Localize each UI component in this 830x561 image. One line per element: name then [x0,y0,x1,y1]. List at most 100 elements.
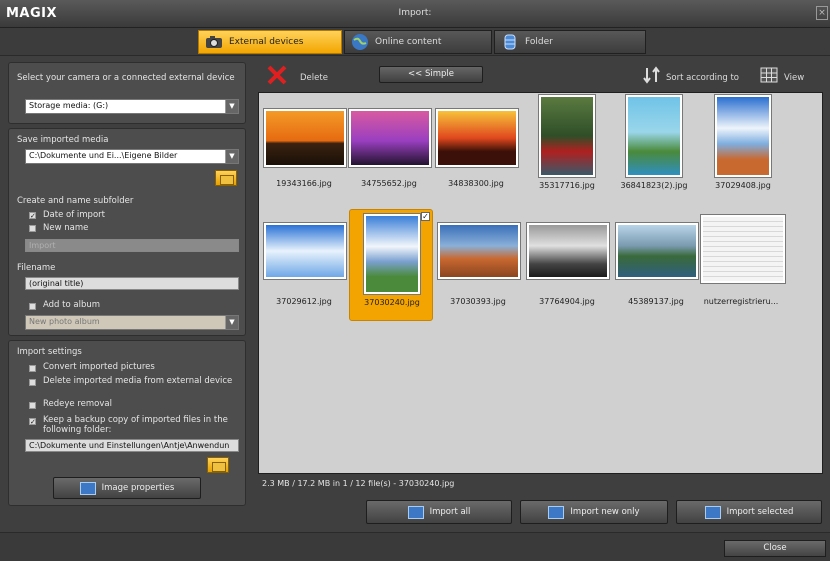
globe-icon [352,34,368,50]
file-name: 45389137.jpg [628,297,684,306]
file-name: 36841823(2).jpg [620,181,688,190]
sort-icon[interactable] [642,66,662,84]
media-browser[interactable]: 19343166.jpg 34755652.jpg 34838300.jpg 3… [258,92,823,474]
new-name-input[interactable]: Import [25,239,239,252]
new-name-label: New name [43,223,89,233]
convert-checkbox[interactable] [29,365,36,372]
bottom-bar [0,532,830,561]
window-close-icon[interactable]: × [816,6,828,20]
date-of-import-checkbox[interactable]: ✓ [29,212,36,220]
thumbnail-image [438,223,520,279]
thumbnail-image [527,223,609,279]
tab-label: Folder [525,37,553,47]
file-thumbnail-selected[interactable]: ✓ 37030240.jpg [349,209,433,321]
save-path-value: C:\Dokumente und Ei...\Eigene Bilder [29,151,178,160]
thumbnail-image [364,214,420,294]
filename-input[interactable]: (original title) [25,277,239,290]
tab-external-devices[interactable]: External devices [198,30,342,54]
file-thumbnail[interactable]: 37029612.jpg [262,209,346,321]
thumbnail-image [701,215,785,283]
import-selected-icon [704,505,721,519]
browse-backup-folder-button[interactable] [207,457,229,473]
album-select[interactable]: New photo album ▼ [25,315,239,330]
file-thumbnail[interactable]: 37030393.jpg [436,209,520,321]
thumbnail-image [264,223,346,279]
import-settings-label: Import settings [17,347,82,357]
file-thumbnail[interactable]: 19343166.jpg [262,99,346,211]
import-new-label: Import new only [570,507,640,517]
view-grid-icon[interactable] [760,67,778,83]
filename-label: Filename [17,263,56,273]
file-name: 34838300.jpg [448,179,504,188]
save-section: Save imported media C:\Dokumente und Ei.… [8,128,246,336]
file-thumbnail[interactable]: 35317716.jpg [525,93,609,205]
album-select-value: New photo album [29,317,100,326]
file-thumbnail[interactable]: 34838300.jpg [434,99,518,211]
file-name: 37030393.jpg [450,297,506,306]
device-select[interactable]: Storage media: (G:) ▼ [25,99,239,114]
convert-label: Convert imported pictures [43,362,155,372]
backup-label: Keep a backup copy of imported files in … [43,415,228,435]
delete-from-device-label: Delete imported media from external devi… [43,376,233,386]
status-bar: 2.3 MB / 17.2 MB in 1 / 12 file(s) - 370… [262,479,455,488]
image-properties-icon [79,481,96,495]
date-of-import-label: Date of import [43,210,105,220]
file-name: 37029612.jpg [276,297,332,306]
import-new-button[interactable]: Import new only [520,500,668,524]
save-path-select[interactable]: C:\Dokumente und Ei...\Eigene Bilder ▼ [25,149,239,164]
delete-from-device-checkbox[interactable] [29,379,36,386]
import-selected-label: Import selected [726,507,794,517]
browse-folder-button[interactable] [215,170,237,186]
source-tabs: External devices Online content Folder [0,28,830,56]
tab-label: External devices [229,37,304,47]
file-name: 37029408.jpg [715,181,771,190]
thumbnail-image [715,95,771,177]
file-name: 35317716.jpg [539,181,595,190]
tab-label: Online content [375,37,442,47]
delete-icon[interactable] [266,64,288,86]
redeye-label: Redeye removal [43,399,112,409]
import-new-icon [548,505,565,519]
file-name: 37030240.jpg [364,298,420,307]
backup-checkbox[interactable]: ✓ [29,418,36,426]
file-thumbnail[interactable]: 37764904.jpg [525,209,609,321]
image-properties-label: Image properties [101,483,175,493]
save-label: Save imported media [17,135,109,145]
view-button-label[interactable]: View [784,73,804,83]
thumbnail-image [616,223,698,279]
device-section: Select your camera or a connected extern… [8,62,246,124]
file-thumbnail[interactable]: 36841823(2).jpg [612,93,696,205]
subfolder-label: Create and name subfolder [17,196,134,206]
file-thumbnail[interactable]: 45389137.jpg [614,209,698,321]
redeye-checkbox[interactable] [29,402,36,409]
thumbnail-image [349,109,431,167]
file-name: 19343166.jpg [276,179,332,188]
thumbnail-image [539,95,595,177]
close-button[interactable]: Close [724,540,826,557]
chevron-down-icon[interactable]: ▼ [225,100,238,113]
sort-button-label[interactable]: Sort according to [666,73,739,83]
import-selected-button[interactable]: Import selected [676,500,822,524]
add-to-album-label: Add to album [43,300,101,310]
chevron-down-icon[interactable]: ▼ [225,150,238,163]
simple-mode-button[interactable]: << Simple [379,66,483,83]
chevron-down-icon[interactable]: ▼ [225,316,238,329]
image-properties-button[interactable]: Image properties [53,477,201,499]
import-all-label: Import all [429,507,471,517]
file-thumbnail[interactable]: 34755652.jpg [347,99,431,211]
file-thumbnail[interactable]: nutzerregistrieru... [699,209,785,321]
tab-folder[interactable]: Folder [494,30,646,54]
add-to-album-checkbox[interactable] [29,303,36,310]
thumbnail-image [264,109,346,167]
file-name: 34755652.jpg [361,179,417,188]
file-thumbnail[interactable]: 37029408.jpg [701,93,785,205]
import-settings-section: Import settings Convert imported picture… [8,340,246,506]
delete-button-label[interactable]: Delete [300,73,328,83]
import-all-icon [407,505,424,519]
selected-check-icon[interactable]: ✓ [421,212,430,221]
new-name-checkbox[interactable] [29,225,36,232]
tab-online-content[interactable]: Online content [344,30,492,54]
device-select-value: Storage media: (G:) [29,101,109,110]
backup-path-input[interactable]: C:\Dokumente und Einstellungen\Antje\Anw… [25,439,239,452]
import-all-button[interactable]: Import all [366,500,512,524]
